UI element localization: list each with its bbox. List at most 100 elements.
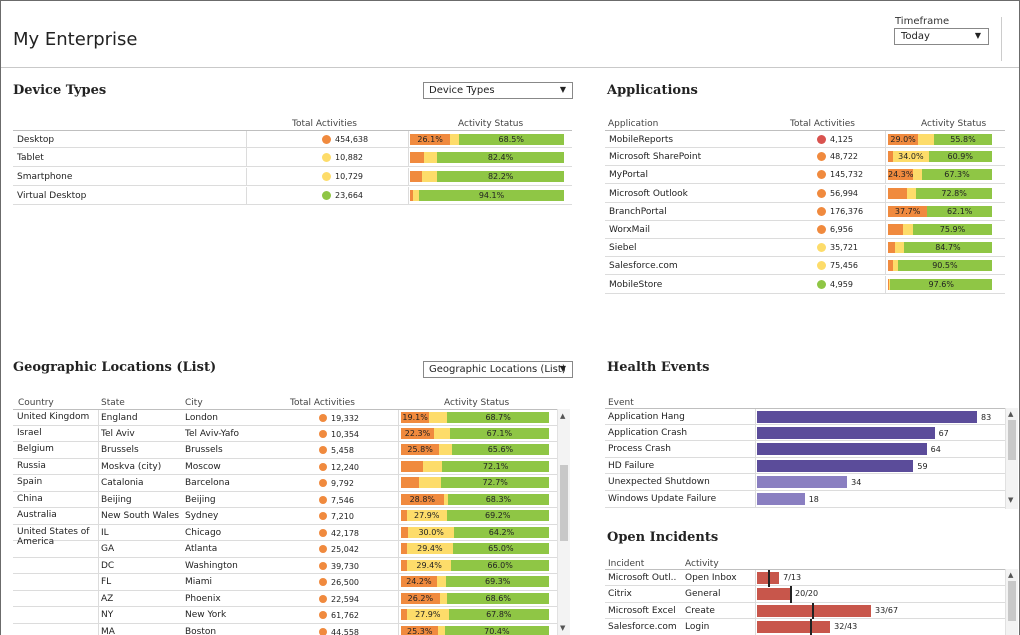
chevron-down-icon: ▼	[974, 31, 981, 40]
table-row[interactable]: Smartphone 10,729 82.2%	[13, 168, 572, 186]
top-bar: My Enterprise Timeframe Today ▼	[1, 1, 1019, 68]
device-types-dropdown[interactable]: Device Types ▼	[423, 82, 573, 99]
status-dot	[319, 512, 327, 520]
divider	[755, 409, 756, 426]
ok-segment: 70.4%	[444, 625, 549, 635]
applications-name-header: Application	[608, 119, 659, 129]
divider	[98, 574, 99, 591]
table-row[interactable]: Desktop 454,638 26.1% 68.5%	[13, 130, 572, 149]
total-activities: 12,240	[331, 462, 359, 472]
table-row[interactable]: DC Washington 39,730 29.4% 66.0%	[13, 557, 557, 574]
device-name: Virtual Desktop	[17, 191, 87, 201]
table-row[interactable]: Microsoft Outl.. Open Inbox 7/13	[605, 569, 1005, 587]
critical-segment: 24.3%	[888, 169, 914, 181]
scroll-thumb[interactable]	[560, 465, 568, 541]
table-row[interactable]: China Beijing Beijing 7,546 28.8% 68.3%	[13, 491, 557, 508]
incident-bar	[757, 587, 792, 600]
device-types-dropdown-value: Device Types	[429, 85, 495, 96]
scroll-up-icon[interactable]: ▲	[560, 412, 565, 420]
activity-status-bar: 72.7%	[401, 477, 549, 488]
divider	[755, 585, 756, 603]
ok-segment: 55.8%	[933, 134, 992, 145]
table-row[interactable]: Unexpected Shutdown 34	[605, 474, 1005, 491]
table-row[interactable]: Siebel 35,721 84.7%	[605, 239, 1005, 258]
event-bar	[757, 476, 848, 489]
state-name: Moskva (city)	[101, 461, 162, 472]
status-dot	[319, 627, 327, 635]
activity-status-bar: 25.3% 70.4%	[401, 625, 549, 635]
critical-segment: 26.1%	[410, 134, 451, 145]
scroll-thumb[interactable]	[1008, 420, 1016, 460]
geo-scrollbar[interactable]: ▲ ▼	[557, 409, 570, 635]
table-row[interactable]: FL Miami 26,500 24.2% 69.3%	[13, 574, 557, 591]
ok-segment: 97.6%	[890, 278, 992, 290]
activity-status-bar: 24.2% 69.3%	[401, 576, 549, 587]
table-row[interactable]: Process Crash 64	[605, 441, 1005, 458]
activity-status-bar: 26.1% 68.5%	[410, 134, 564, 145]
table-row[interactable]: Tablet 10,882 82.4%	[13, 149, 572, 167]
application-name: MobileStore	[609, 279, 663, 290]
geo-dropdown[interactable]: Geographic Locations (List) ▼	[423, 361, 573, 378]
table-row[interactable]: NY New York 61,762 27.9% 67.8%	[13, 607, 557, 624]
activity-status-bar: 84.7%	[888, 242, 992, 254]
activity-status-bar: 22.3% 67.1%	[401, 427, 549, 439]
incident-count: 32/43	[834, 622, 858, 632]
table-row[interactable]: Microsoft SharePoint 48,722 34.0% 60.9%	[605, 148, 1005, 167]
incidents-scrollbar[interactable]: ▲	[1005, 569, 1018, 635]
health-scrollbar[interactable]: ▲ ▼	[1005, 408, 1018, 509]
city-name: Moscow	[185, 461, 221, 472]
table-row[interactable]: HD Failure 59	[605, 457, 1005, 475]
divider	[408, 131, 409, 149]
table-row[interactable]: BranchPortal 176,376 37.7% 62.1%	[605, 202, 1005, 221]
event-name: Application Hang	[608, 412, 685, 422]
table-row[interactable]: WorxMail 6,956 75.9%	[605, 221, 1005, 239]
table-row[interactable]: Spain Catalonia Barcelona 9,792 72.7%	[13, 475, 557, 492]
table-row[interactable]: MobileReports 4,125 29.0% 55.8%	[605, 130, 1005, 149]
scroll-down-icon[interactable]: ▼	[1008, 496, 1013, 504]
table-row[interactable]: Microsoft Outlook 56,994 72.8%	[605, 184, 1005, 203]
table-row[interactable]: Application Hang 83	[605, 408, 1005, 426]
divider	[98, 425, 99, 442]
warning-segment	[423, 152, 438, 163]
table-row[interactable]: Salesforce.com Login 32/43	[605, 619, 1005, 635]
table-row[interactable]: Belgium Brussels Brussels 5,458 25.8% 65.6%	[13, 442, 557, 459]
table-row[interactable]: Australia New South Wales Sydney 7,210 27.9%…	[13, 508, 557, 525]
incident-name: Microsoft Outl..	[608, 573, 677, 583]
scroll-up-icon[interactable]: ▲	[1008, 410, 1013, 418]
table-row[interactable]: AZ Phoenix 22,594 26.2% 68.6%	[13, 590, 557, 607]
warning-segment	[439, 444, 452, 455]
activity-status-bar: 29.4% 66.0%	[401, 559, 549, 571]
status-dot	[319, 578, 327, 586]
ok-segment: 82.4%	[437, 152, 564, 163]
table-row[interactable]: GA Atlanta 25,042 29.4% 65.0%	[13, 541, 557, 558]
table-row[interactable]: MobileStore 4,959 97.6%	[605, 275, 1005, 294]
total-activities: 48,722	[830, 152, 858, 162]
table-row[interactable]: Israel Tel Aviv Tel Aviv-Yafo 10,354 22.3% 67…	[13, 425, 557, 442]
city-name: Barcelona	[185, 478, 230, 488]
total-activities: 454,638	[335, 135, 369, 144]
scroll-up-icon[interactable]: ▲	[1008, 571, 1013, 579]
table-row[interactable]: Salesforce.com 75,456 90.5%	[605, 257, 1005, 276]
state-name: FL	[101, 577, 112, 587]
divider	[98, 491, 99, 508]
ok-segment: 66.0%	[451, 559, 549, 571]
table-row[interactable]: Microsoft Excel Create 33/67	[605, 602, 1005, 620]
table-row[interactable]: Windows Update Failure 18	[605, 491, 1005, 508]
table-row[interactable]: Virtual Desktop 23,664 94.1%	[13, 187, 572, 205]
table-row[interactable]: MyPortal 145,732 24.3% 67.3%	[605, 166, 1005, 185]
event-count: 34	[851, 478, 862, 488]
divider	[98, 524, 99, 541]
table-row[interactable]: Application Crash 67	[605, 424, 1005, 442]
timeframe-select[interactable]: Today ▼	[894, 28, 989, 45]
table-row[interactable]: United Kingdom England London 19,332 19.1% 68…	[13, 409, 557, 427]
divider	[885, 184, 886, 203]
table-row[interactable]: MA Boston 44,558 25.3% 70.4%	[13, 623, 557, 635]
scroll-thumb[interactable]	[1008, 581, 1016, 621]
table-row[interactable]: Citrix General 20/20	[605, 585, 1005, 603]
table-row[interactable]: United States of America IL Chicago 42,178 3…	[13, 524, 557, 547]
table-row[interactable]: Russia Moskva (city) Moscow 12,240 72.1%	[13, 458, 557, 475]
event-name: Unexpected Shutdown	[608, 477, 710, 488]
geo-status-header: Activity Status	[444, 398, 510, 408]
scroll-down-icon[interactable]: ▼	[560, 624, 565, 632]
total-activities: 26,500	[331, 578, 359, 587]
